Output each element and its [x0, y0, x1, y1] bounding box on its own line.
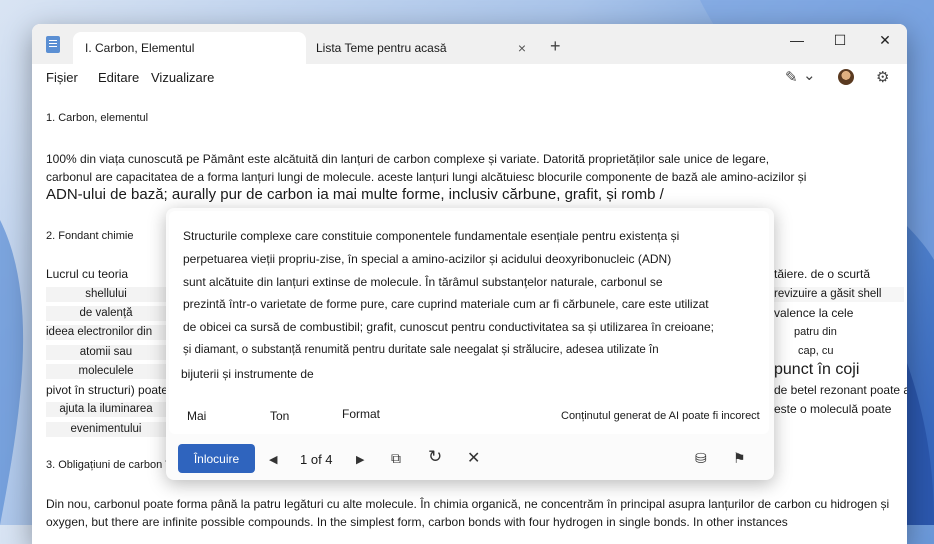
suggestion-line: perpetuarea vieții propriu-zise, în spec…	[183, 252, 672, 266]
tab-label: I. Carbon, Elementul	[85, 41, 195, 55]
suggestion-counter: 1 of 4	[300, 452, 333, 467]
table-cell: Lucrul cu teoria	[46, 267, 129, 281]
option-tone[interactable]: Ton	[270, 409, 289, 423]
close-tab-icon[interactable]: ×	[518, 40, 526, 56]
paragraph-line: Din nou, carbonul poate forma până la pa…	[46, 497, 890, 511]
table-cell: ajuta la iluminarea	[46, 402, 166, 417]
paragraph-line: 100% din viața cunoscută pe Pământ este …	[46, 152, 770, 166]
table-cell: atomii sau	[46, 345, 166, 360]
copilot-rewrite-icon[interactable]: ✎	[785, 68, 798, 86]
suggestion-line: și diamant, o substanță renumită pentru …	[183, 344, 659, 356]
suggestion-text-area: Structurile complexe care constituie com…	[169, 211, 769, 434]
table-cell: pivot în structuri) poate	[46, 383, 169, 397]
table-cell: de valență	[46, 306, 166, 321]
gear-icon[interactable]: ⚙	[876, 68, 889, 86]
menu-bar: Fișier Editare Vizualizare ✎ ⌄ ⚙	[32, 64, 907, 94]
table-cell: patru din	[794, 326, 837, 338]
dismiss-icon[interactable]: ✕	[467, 448, 480, 468]
table-cell: valence la cele	[774, 306, 854, 320]
paragraph-line: oxygen, but there are infinite possible …	[46, 515, 788, 529]
suggestion-line: de obicei ca sursă de combustibil; grafi…	[183, 320, 714, 334]
suggestion-line: bijuterii și instrumente de	[181, 367, 314, 381]
table-cell: punct în coji	[774, 361, 860, 378]
avatar[interactable]	[838, 69, 854, 85]
copy-icon[interactable]: ⧉	[391, 450, 401, 467]
notepad-icon	[46, 36, 60, 53]
new-tab-icon[interactable]: +	[550, 36, 561, 57]
table-cell: revizuire a găsit shell	[774, 287, 904, 302]
table-cell: tăiere. de o scurtă	[774, 267, 871, 281]
previous-icon[interactable]: ◀	[269, 453, 277, 466]
tab-label: Lista Teme pentru acasă	[316, 41, 447, 55]
chevron-down-icon[interactable]: ⌄	[803, 66, 816, 84]
close-window-icon[interactable]: ✕	[875, 32, 895, 49]
title-bar: I. Carbon, Elementul Lista Teme pentru a…	[32, 24, 907, 64]
tab-lista-teme[interactable]: Lista Teme pentru acasă ×	[304, 32, 536, 64]
table-cell: moleculele	[46, 364, 166, 379]
paragraph-line: carbonul are capacitatea de a forma lanț…	[46, 170, 807, 184]
maximize-icon[interactable]: ☐	[830, 32, 850, 49]
rewrite-suggestion-panel: Structurile complexe care constituie com…	[166, 208, 774, 480]
suggestion-line: sunt alcătuite din lanțuri extinse de mo…	[183, 275, 663, 289]
paragraph-line: ADN-ului de bază; aurally pur de carbon …	[46, 186, 664, 203]
replace-button[interactable]: Înlocuire	[178, 444, 255, 473]
table-cell: de betel rezonant poate ajuta	[774, 383, 907, 397]
heading-1: 1. Carbon, elementul	[46, 112, 149, 124]
option-format[interactable]: Format	[342, 407, 380, 421]
table-cell: cap, cu	[798, 345, 834, 357]
menu-view[interactable]: Vizualizare	[151, 70, 214, 85]
ai-disclaimer: Conținutul generat de AI poate fi incore…	[561, 410, 760, 422]
heading-3: 3. Obligațiuni de carbon în (	[46, 459, 182, 471]
regenerate-icon[interactable]: ↻	[428, 447, 442, 467]
suggestion-line: prezintă într-o varietate de forme pure,…	[183, 297, 709, 311]
heading-2: 2. Fondant chimie	[46, 230, 134, 242]
table-cell: este o moleculă poate	[774, 402, 892, 416]
database-icon[interactable]: ⛁	[695, 450, 707, 467]
table-cell: shellului	[46, 287, 166, 302]
minimize-icon[interactable]: —	[787, 32, 807, 48]
table-cell: evenimentului	[46, 422, 166, 437]
table-cell: ideea electronilor din	[46, 325, 166, 340]
option-length[interactable]: Mai	[187, 409, 206, 423]
flag-icon[interactable]: ⚑	[733, 450, 746, 467]
suggestion-line: Structurile complexe care constituie com…	[183, 229, 680, 243]
tab-carbon-elementul[interactable]: I. Carbon, Elementul	[73, 32, 306, 64]
menu-edit[interactable]: Editare	[98, 70, 139, 85]
next-icon[interactable]: ▶	[356, 453, 364, 466]
menu-file[interactable]: Fișier	[46, 70, 78, 85]
